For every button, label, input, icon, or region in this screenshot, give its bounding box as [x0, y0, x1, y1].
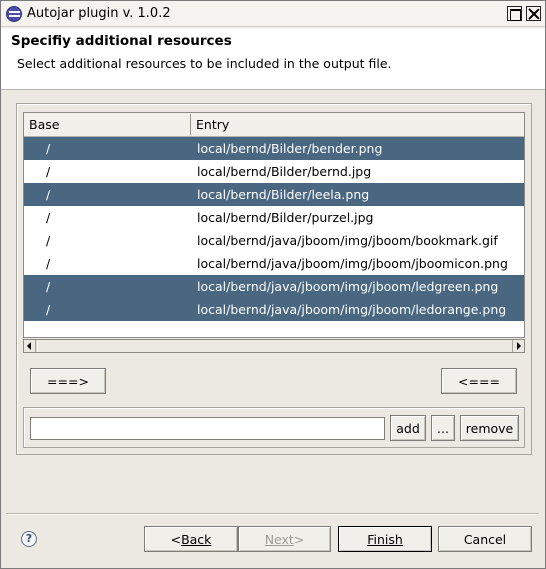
table-row[interactable]: / local/bernd/java/jboom/img/jboom/ledor… [24, 298, 524, 321]
finish-button[interactable]: Finish [338, 526, 432, 552]
scrollbar-thumb[interactable] [37, 340, 517, 352]
scroll-right-icon[interactable] [512, 340, 524, 352]
table-header: Base Entry [24, 113, 524, 137]
remove-button[interactable]: remove [460, 415, 519, 441]
horizontal-scrollbar[interactable] [23, 339, 525, 353]
table-row[interactable]: / local/bernd/Bilder/bernd.jpg [24, 160, 524, 183]
finish-label: Finish [367, 531, 403, 547]
cell-base: / [46, 279, 51, 294]
move-right-button[interactable]: ===> [30, 368, 106, 394]
table-body: / local/bernd/Bilder/bender.png / local/… [24, 137, 524, 321]
resource-path-input[interactable] [30, 417, 385, 440]
close-icon[interactable] [526, 6, 541, 21]
scroll-left-icon[interactable] [24, 340, 36, 352]
back-arrow: < [170, 531, 182, 547]
cell-entry: local/bernd/Bilder/bender.png [197, 141, 383, 156]
page-title: Specifiy additional resources [11, 33, 232, 49]
next-arrow: > [293, 531, 305, 547]
cell-base: / [46, 141, 51, 156]
window-title: Autojar plugin v. 1.0.2 [27, 6, 171, 21]
wizard-window: Autojar plugin v. 1.0.2 Specifiy additio… [0, 0, 546, 569]
cell-entry: local/bernd/java/jboom/img/jboom/bookmar… [197, 233, 498, 248]
resources-table[interactable]: Base Entry / local/bernd/Bilder/bender.p… [23, 112, 525, 338]
cell-entry: local/bernd/java/jboom/img/jboom/ledgree… [197, 279, 499, 294]
wizard-header: Specifiy additional resources Select add… [1, 28, 545, 90]
column-divider[interactable] [190, 114, 191, 135]
browse-button[interactable]: ... [431, 415, 455, 441]
cell-base: / [46, 302, 51, 317]
table-row[interactable]: / local/bernd/Bilder/bender.png [24, 137, 524, 160]
column-header-entry[interactable]: Entry [196, 117, 229, 132]
page-description: Select additional resources to be includ… [17, 56, 392, 71]
cell-base: / [46, 233, 51, 248]
cell-base: / [46, 210, 51, 225]
cell-base: / [46, 164, 51, 179]
back-button[interactable]: < Back [144, 526, 238, 552]
column-header-base[interactable]: Base [29, 117, 59, 132]
add-button[interactable]: add [390, 415, 426, 441]
cell-entry: local/bernd/java/jboom/img/jboom/ledoran… [197, 302, 507, 317]
eclipse-app-icon [6, 6, 22, 22]
table-row[interactable]: / local/bernd/java/jboom/img/jboom/ledgr… [24, 275, 524, 298]
move-left-button[interactable]: <=== [441, 368, 517, 394]
table-row[interactable]: / local/bernd/Bilder/purzel.jpg [24, 206, 524, 229]
cancel-button[interactable]: Cancel [438, 526, 532, 552]
footer-divider [6, 513, 539, 514]
cell-entry: local/bernd/java/jboom/img/jboom/jboomic… [197, 256, 508, 271]
cell-entry: local/bernd/Bilder/bernd.jpg [197, 164, 372, 179]
help-icon[interactable]: ? [21, 531, 37, 547]
back-label: Back [181, 531, 212, 547]
cell-base: / [46, 256, 51, 271]
next-label: Next [264, 531, 294, 547]
maximize-icon[interactable] [507, 6, 522, 21]
table-row[interactable]: / local/bernd/java/jboom/img/jboom/jboom… [24, 252, 524, 275]
table-row[interactable]: / local/bernd/java/jboom/img/jboom/bookm… [24, 229, 524, 252]
cell-entry: local/bernd/Bilder/leela.png [197, 187, 370, 202]
table-row[interactable]: / local/bernd/Bilder/leela.png [24, 183, 524, 206]
cell-entry: local/bernd/Bilder/purzel.jpg [197, 210, 374, 225]
cell-base: / [46, 187, 51, 202]
title-bar: Autojar plugin v. 1.0.2 [1, 1, 545, 27]
next-button[interactable]: Next > [238, 526, 331, 552]
